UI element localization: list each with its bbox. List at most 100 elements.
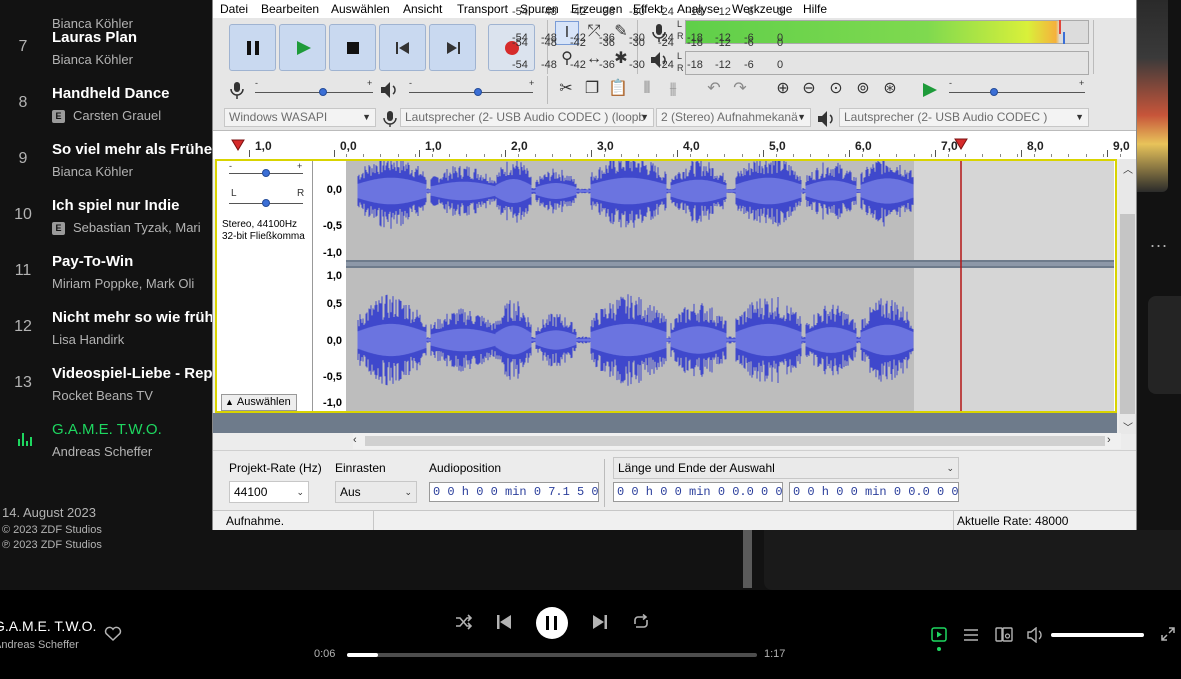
track-artist[interactable]: E Sebastian Tyzak, Mari — [52, 220, 201, 235]
undo-icon[interactable]: ↶ — [702, 78, 726, 102]
select-track-button[interactable]: ▲ Auswählen — [221, 394, 297, 411]
track-artist-name[interactable]: Rocket Beans TV — [52, 388, 153, 403]
horizontal-scroll-thumb[interactable] — [365, 436, 1105, 446]
track-title[interactable]: Nicht mehr so wie früh — [52, 309, 214, 326]
pause-button[interactable] — [536, 607, 568, 639]
track-row[interactable]: 8 Handheld Dance E Carsten Grauel — [0, 83, 215, 139]
playback-volume-slider[interactable] — [409, 92, 533, 93]
waveform[interactable] — [346, 161, 1114, 411]
track-row[interactable]: 13 Videospiel-Liebe - Rep Rocket Beans TV — [0, 363, 215, 419]
paste-icon[interactable]: 📋 — [606, 78, 630, 102]
trim-icon[interactable]: ⫴ — [635, 78, 659, 102]
redo-icon[interactable]: ↷ — [728, 78, 752, 102]
track-artist-name[interactable]: Bianca Köhler — [52, 52, 133, 67]
track-artist-name[interactable]: Miriam Poppke, Mark Oli — [52, 276, 194, 291]
zoom-out-icon[interactable]: ⊖ — [797, 78, 821, 102]
selection-start-field[interactable]: 0 0 h 0 0 min 0 0.0 0 0 sec — [613, 482, 783, 502]
volume-icon[interactable] — [1027, 627, 1045, 643]
fullscreen-icon[interactable] — [1160, 626, 1176, 642]
track-row[interactable]: 10 Ich spiel nur Indie E Sebastian Tyzak, M… — [0, 195, 215, 251]
track-control-panel[interactable]: - + L R Stereo, 44100Hz 32-bit Fließkomm… — [217, 161, 313, 411]
menu-item[interactable]: Werkzeuge — [732, 2, 792, 16]
play-button[interactable] — [279, 24, 326, 71]
amplitude-scale[interactable]: 0,0 -0,5 -1,0 1,0 0,5 0,0 -0,5 -1,0 — [314, 161, 346, 411]
heart-icon[interactable] — [104, 626, 122, 642]
selection-end-field[interactable]: 0 0 h 0 0 min 0 0.0 0 0 sec — [789, 482, 959, 502]
menu-item[interactable]: Hilfe — [803, 2, 827, 16]
snap-select[interactable]: Aus ⌄ — [335, 481, 417, 503]
next-icon[interactable] — [592, 614, 608, 630]
now-playing-artist[interactable]: Andreas Scheffer — [0, 639, 79, 651]
track-artist[interactable]: E Carsten Grauel — [52, 108, 161, 123]
track-title[interactable]: G.A.M.E. T.W.O. — [52, 421, 162, 438]
audio-track[interactable]: - + L R Stereo, 44100Hz 32-bit Fließkomm… — [215, 159, 1117, 413]
menu-item[interactable]: Transport — [457, 2, 508, 16]
scroll-left-icon[interactable]: ‹ — [353, 434, 357, 446]
connect-device-icon[interactable] — [995, 627, 1013, 643]
horizontal-scrollbar[interactable]: ‹ › — [353, 433, 1121, 449]
track-artist-name[interactable]: Carsten Grauel — [73, 108, 161, 123]
project-rate-select[interactable]: 44100 ⌄ — [229, 481, 309, 503]
fit-selection-icon[interactable]: ⊙ — [824, 78, 848, 102]
track-title[interactable]: Pay-To-Win — [52, 253, 133, 270]
track-row[interactable]: 9 So viel mehr als Früher Bianca Köhler — [0, 139, 215, 195]
scrollbar[interactable] — [741, 530, 754, 588]
track-row[interactable]: G.A.M.E. T.W.O. Andreas Scheffer — [0, 419, 215, 475]
previous-icon[interactable] — [496, 614, 512, 630]
track-artist[interactable]: Bianca Köhler — [52, 52, 133, 67]
skip-to-end-button[interactable] — [429, 24, 476, 71]
scroll-down-icon[interactable]: ﹀ — [1123, 419, 1133, 434]
volume-slider[interactable] — [1051, 633, 1144, 637]
vertical-scrollbar[interactable]: ︿ ﹀ — [1119, 159, 1136, 434]
stop-button[interactable] — [329, 24, 376, 71]
skip-to-start-button[interactable] — [379, 24, 426, 71]
track-title[interactable]: Handheld Dance — [52, 85, 170, 102]
track-artist[interactable]: Andreas Scheffer — [52, 444, 152, 459]
menu-item[interactable]: Auswählen — [331, 2, 390, 16]
timeline-menu-icon[interactable] — [231, 139, 245, 151]
recording-device-select[interactable]: Lautsprecher (2- USB Audio CODEC ) (loop… — [400, 108, 654, 127]
scroll-right-icon[interactable]: › — [1107, 434, 1111, 446]
silence-icon[interactable]: ⫵ — [661, 78, 685, 102]
track-artist[interactable]: Miriam Poppke, Mark Oli — [52, 276, 194, 291]
track-artist[interactable]: Lisa Handirk — [52, 332, 124, 347]
track-artist-name[interactable]: Lisa Handirk — [52, 332, 124, 347]
play-at-speed-icon[interactable] — [922, 82, 938, 98]
channels-select[interactable]: 2 (Stereo) Aufnahmekanä ▼ — [656, 108, 811, 127]
zoom-in-icon[interactable]: ⊕ — [771, 78, 795, 102]
selection-mode-select[interactable]: Länge und Ende der Auswahl ⌄ — [613, 457, 959, 479]
playback-volume-knob[interactable] — [474, 88, 482, 96]
track-title[interactable]: Ich spiel nur Indie — [52, 197, 180, 214]
host-select[interactable]: Windows WASAPI ▼ — [224, 108, 376, 127]
gain-knob[interactable] — [262, 169, 270, 177]
track-title[interactable]: So viel mehr als Früher — [52, 141, 215, 158]
now-playing-view-icon[interactable] — [931, 627, 947, 643]
audio-position-field[interactable]: 0 0 h 0 0 min 0 7.1 5 0 sec — [429, 482, 599, 502]
fit-project-icon[interactable]: ⊚ — [851, 78, 875, 102]
waveform-area[interactable] — [346, 161, 1114, 411]
recording-volume-knob[interactable] — [319, 88, 327, 96]
repeat-icon[interactable] — [632, 614, 650, 630]
timeline-ruler[interactable]: 1,0 0,0 1,0 2,0 3,0 4,0 5,0 6,0 7,0 8,0 9,0 — [213, 130, 1136, 159]
track-artist-name[interactable]: Bianca Köhler — [52, 164, 133, 179]
vertical-scroll-thumb[interactable] — [1120, 214, 1135, 414]
pan-knob[interactable] — [262, 199, 270, 207]
progress-bar[interactable] — [347, 653, 757, 657]
recording-volume-slider[interactable] — [255, 92, 373, 93]
queue-icon[interactable] — [963, 628, 979, 642]
play-speed-slider[interactable] — [949, 92, 1085, 93]
now-playing-title[interactable]: G.A.M.E. T.W.O. — [0, 618, 96, 634]
track-row[interactable]: 12 Nicht mehr so wie früh Lisa Handirk — [0, 307, 215, 363]
pause-button[interactable] — [229, 24, 276, 71]
menu-item[interactable]: Datei — [220, 2, 248, 16]
scrollbar-thumb[interactable] — [743, 530, 752, 588]
play-speed-knob[interactable] — [990, 88, 998, 96]
track-artist[interactable]: Bianca Köhler — [52, 164, 133, 179]
zoom-toggle-icon[interactable]: ⊛ — [878, 78, 902, 102]
scroll-up-icon[interactable]: ︿ — [1123, 161, 1133, 176]
track-title[interactable]: Videospiel-Liebe - Rep — [52, 365, 213, 382]
more-options-icon[interactable]: ... — [1150, 231, 1168, 252]
track-row[interactable]: 7 Lauras Plan Bianca Köhler — [0, 27, 215, 83]
menu-item[interactable]: Bearbeiten — [261, 2, 319, 16]
track-artist-name[interactable]: Andreas Scheffer — [52, 444, 152, 459]
